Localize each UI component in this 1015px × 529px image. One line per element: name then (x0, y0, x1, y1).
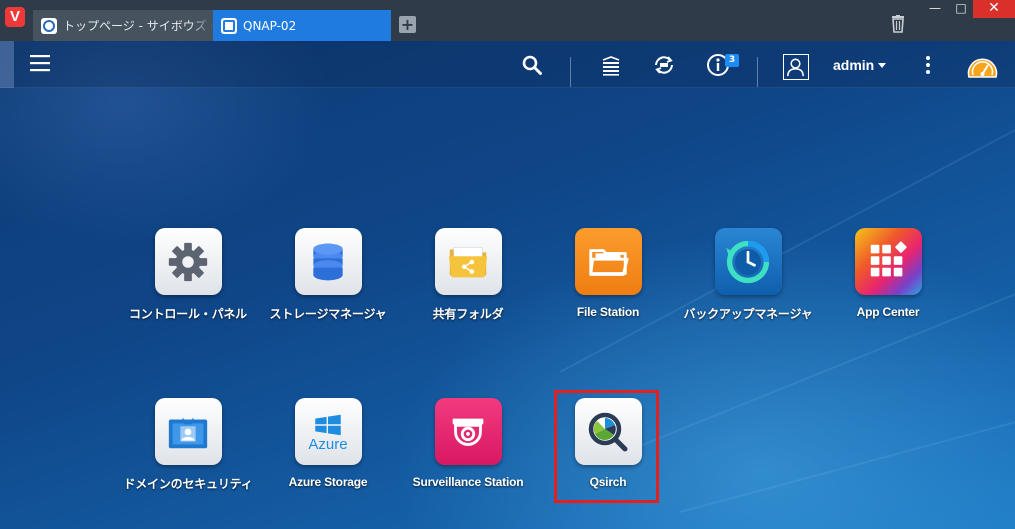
tab-qnap[interactable]: QNAP-02 (213, 10, 391, 41)
qnap-top-bar: 3 admin (0, 41, 1015, 88)
app-shared-folders[interactable]: 共有フォルダ (398, 228, 538, 322)
app-label: 共有フォルダ (432, 307, 504, 321)
storage-icon[interactable] (600, 54, 622, 76)
more-icon[interactable] (926, 56, 930, 77)
tab-title: QNAP-02 (243, 18, 297, 33)
camera-icon (434, 398, 502, 465)
highlight-box (554, 390, 659, 503)
user-silhouette-icon (787, 58, 804, 77)
browser-tab-strip: V トップページ - サイボウズ Of QNAP-02 + — □ ✕ (0, 0, 1015, 41)
app-label: App Center (856, 305, 920, 319)
tab-favicon-icon (221, 17, 237, 34)
menu-icon[interactable] (30, 54, 50, 72)
username-menu[interactable]: admin (833, 57, 874, 73)
app-control-panel[interactable]: コントロール・パネル (118, 228, 258, 322)
folder-icon (574, 228, 642, 295)
tab-fade (191, 10, 213, 41)
sync-icon[interactable] (652, 53, 676, 77)
app-label: コントロール・パネル (128, 307, 247, 321)
gear-icon (154, 228, 222, 295)
background-streak (679, 402, 1015, 513)
database-icon (294, 228, 362, 295)
qnap-desktop: 3 admin コントロール・パネル ストレージマネージャ 共有フォルダ Fil… (0, 41, 1015, 529)
window-minimize-icon[interactable]: — (921, 0, 949, 18)
dashboard-gauge-icon[interactable] (967, 53, 998, 81)
browser-logo-icon[interactable]: V (5, 7, 25, 27)
app-app-center[interactable]: App Center (818, 228, 958, 319)
user-icon[interactable] (783, 54, 809, 80)
app-label: Surveillance Station (412, 475, 524, 489)
notification-badge: 3 (725, 54, 739, 67)
shared-folder-icon (434, 228, 502, 295)
app-label: Azure Storage (288, 475, 368, 489)
app-label: File Station (576, 305, 640, 319)
tab-favicon-icon (41, 17, 57, 34)
app-azure-storage[interactable]: Azure Azure Storage (258, 398, 398, 489)
app-backup-manager[interactable]: バックアップマネージャ (678, 228, 818, 322)
azure-logo-text: Azure (308, 435, 348, 453)
toolbar-divider (570, 57, 571, 87)
id-card-icon (154, 398, 222, 465)
backup-clock-icon (714, 228, 782, 295)
chevron-down-icon[interactable] (878, 63, 886, 68)
search-icon[interactable] (522, 55, 542, 75)
tab-cybozu[interactable]: トップページ - サイボウズ Of (33, 10, 213, 41)
app-storage-manager[interactable]: ストレージマネージャ (258, 228, 398, 322)
app-grid-icon (854, 228, 922, 295)
app-label: バックアップマネージャ (683, 307, 813, 321)
window-close-icon[interactable]: ✕ (973, 0, 1015, 18)
window-maximize-icon[interactable]: □ (947, 0, 975, 18)
app-domain-security[interactable]: ドメインのセキュリティ (118, 398, 258, 492)
app-file-station[interactable]: File Station (538, 228, 678, 319)
toolbar-divider (757, 57, 758, 87)
panel-edge (0, 41, 14, 88)
trash-icon[interactable] (890, 15, 906, 33)
azure-icon: Azure (294, 398, 362, 465)
app-label: ストレージマネージャ (269, 307, 387, 321)
app-surveillance-station[interactable]: Surveillance Station (398, 398, 538, 489)
new-tab-icon[interactable]: + (399, 16, 416, 33)
app-label: ドメインのセキュリティ (123, 477, 253, 491)
